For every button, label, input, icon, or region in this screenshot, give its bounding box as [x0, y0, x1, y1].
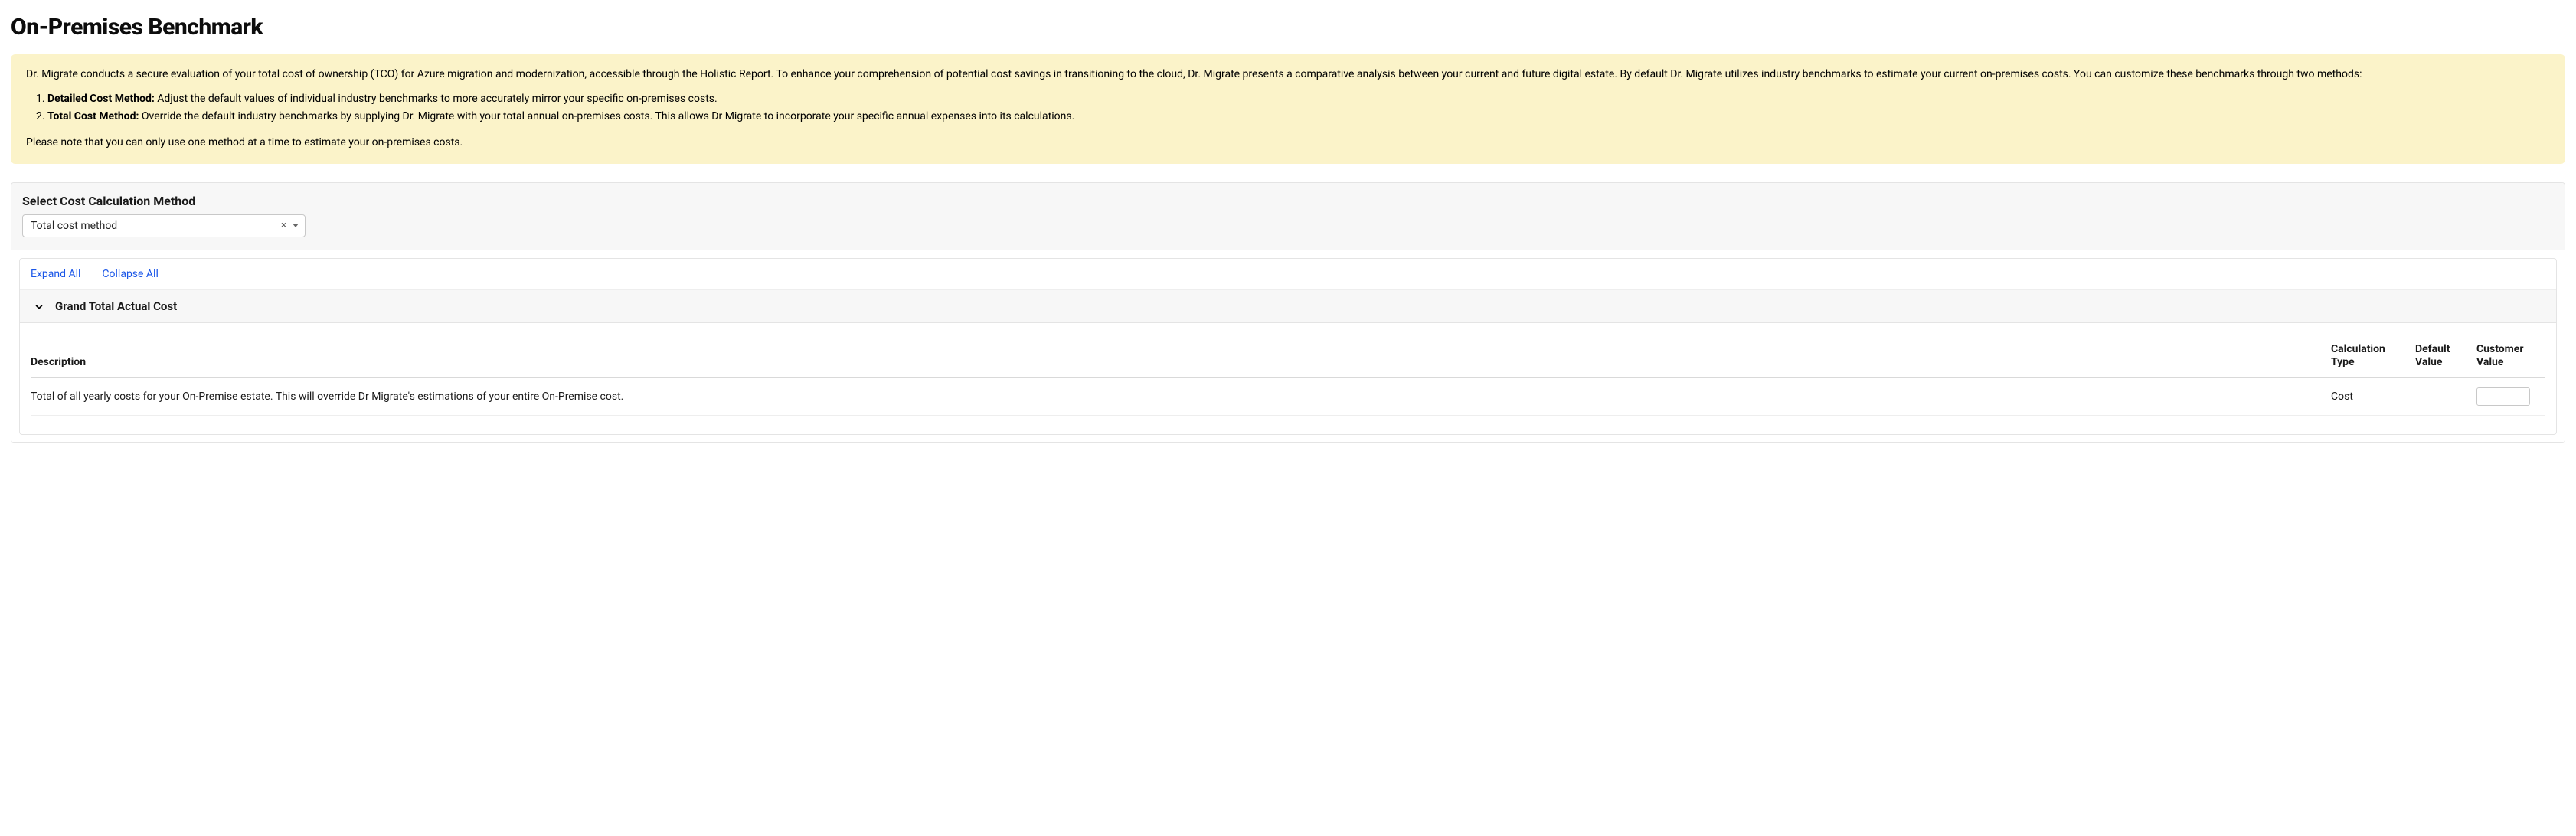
- cost-method-header: Select Cost Calculation Method Total cos…: [11, 183, 2565, 250]
- cell-customer-value: [2476, 377, 2545, 415]
- customer-value-input[interactable]: [2476, 387, 2530, 406]
- info-method-total-text: Override the default industry benchmarks…: [139, 110, 1074, 122]
- cell-calc-type: Cost: [2331, 377, 2415, 415]
- col-customer-value: Customer Value: [2476, 331, 2545, 378]
- page-title: On-Premises Benchmark: [11, 14, 2565, 41]
- section-header-grand-total[interactable]: Grand Total Actual Cost: [20, 290, 2556, 323]
- info-footer: Please note that you can only use one me…: [26, 135, 2550, 152]
- chevron-down-icon: [34, 301, 44, 312]
- cost-method-select[interactable]: Total cost method ×: [22, 214, 306, 237]
- info-method-detailed-label: Detailed Cost Method:: [47, 93, 155, 105]
- cell-default-value: [2415, 377, 2476, 415]
- table-row: Total of all yearly costs for your On-Pr…: [31, 377, 2545, 415]
- cell-description: Total of all yearly costs for your On-Pr…: [31, 377, 2331, 415]
- info-method-detailed: Detailed Cost Method: Adjust the default…: [47, 91, 2550, 108]
- info-method-total: Total Cost Method: Override the default …: [47, 109, 2550, 126]
- info-method-detailed-text: Adjust the default values of individual …: [155, 93, 718, 105]
- info-method-total-label: Total Cost Method:: [47, 110, 139, 122]
- col-description: Description: [31, 331, 2331, 378]
- benchmark-sections: Expand All Collapse All Grand Total Actu…: [19, 258, 2557, 435]
- cost-method-panel: Select Cost Calculation Method Total cos…: [11, 182, 2565, 443]
- expand-all-link[interactable]: Expand All: [31, 268, 80, 280]
- col-default-value: Default Value: [2415, 331, 2476, 378]
- info-methods-list: Detailed Cost Method: Adjust the default…: [47, 91, 2550, 126]
- collapse-all-link[interactable]: Collapse All: [102, 268, 158, 280]
- info-banner: Dr. Migrate conducts a secure evaluation…: [11, 54, 2565, 164]
- chevron-down-icon: [293, 224, 299, 227]
- info-intro: Dr. Migrate conducts a secure evaluation…: [26, 67, 2550, 83]
- clear-icon[interactable]: ×: [278, 220, 289, 230]
- col-calc-type: Calculation Type: [2331, 331, 2415, 378]
- grand-total-table: Description Calculation Type Default Val…: [31, 331, 2545, 416]
- cost-method-select-value: Total cost method: [31, 220, 278, 232]
- table-header-row: Description Calculation Type Default Val…: [31, 331, 2545, 378]
- expand-collapse-row: Expand All Collapse All: [20, 259, 2556, 290]
- cost-method-label: Select Cost Calculation Method: [22, 194, 2554, 208]
- grand-total-table-wrap: Description Calculation Type Default Val…: [20, 323, 2556, 434]
- section-title: Grand Total Actual Cost: [55, 299, 177, 313]
